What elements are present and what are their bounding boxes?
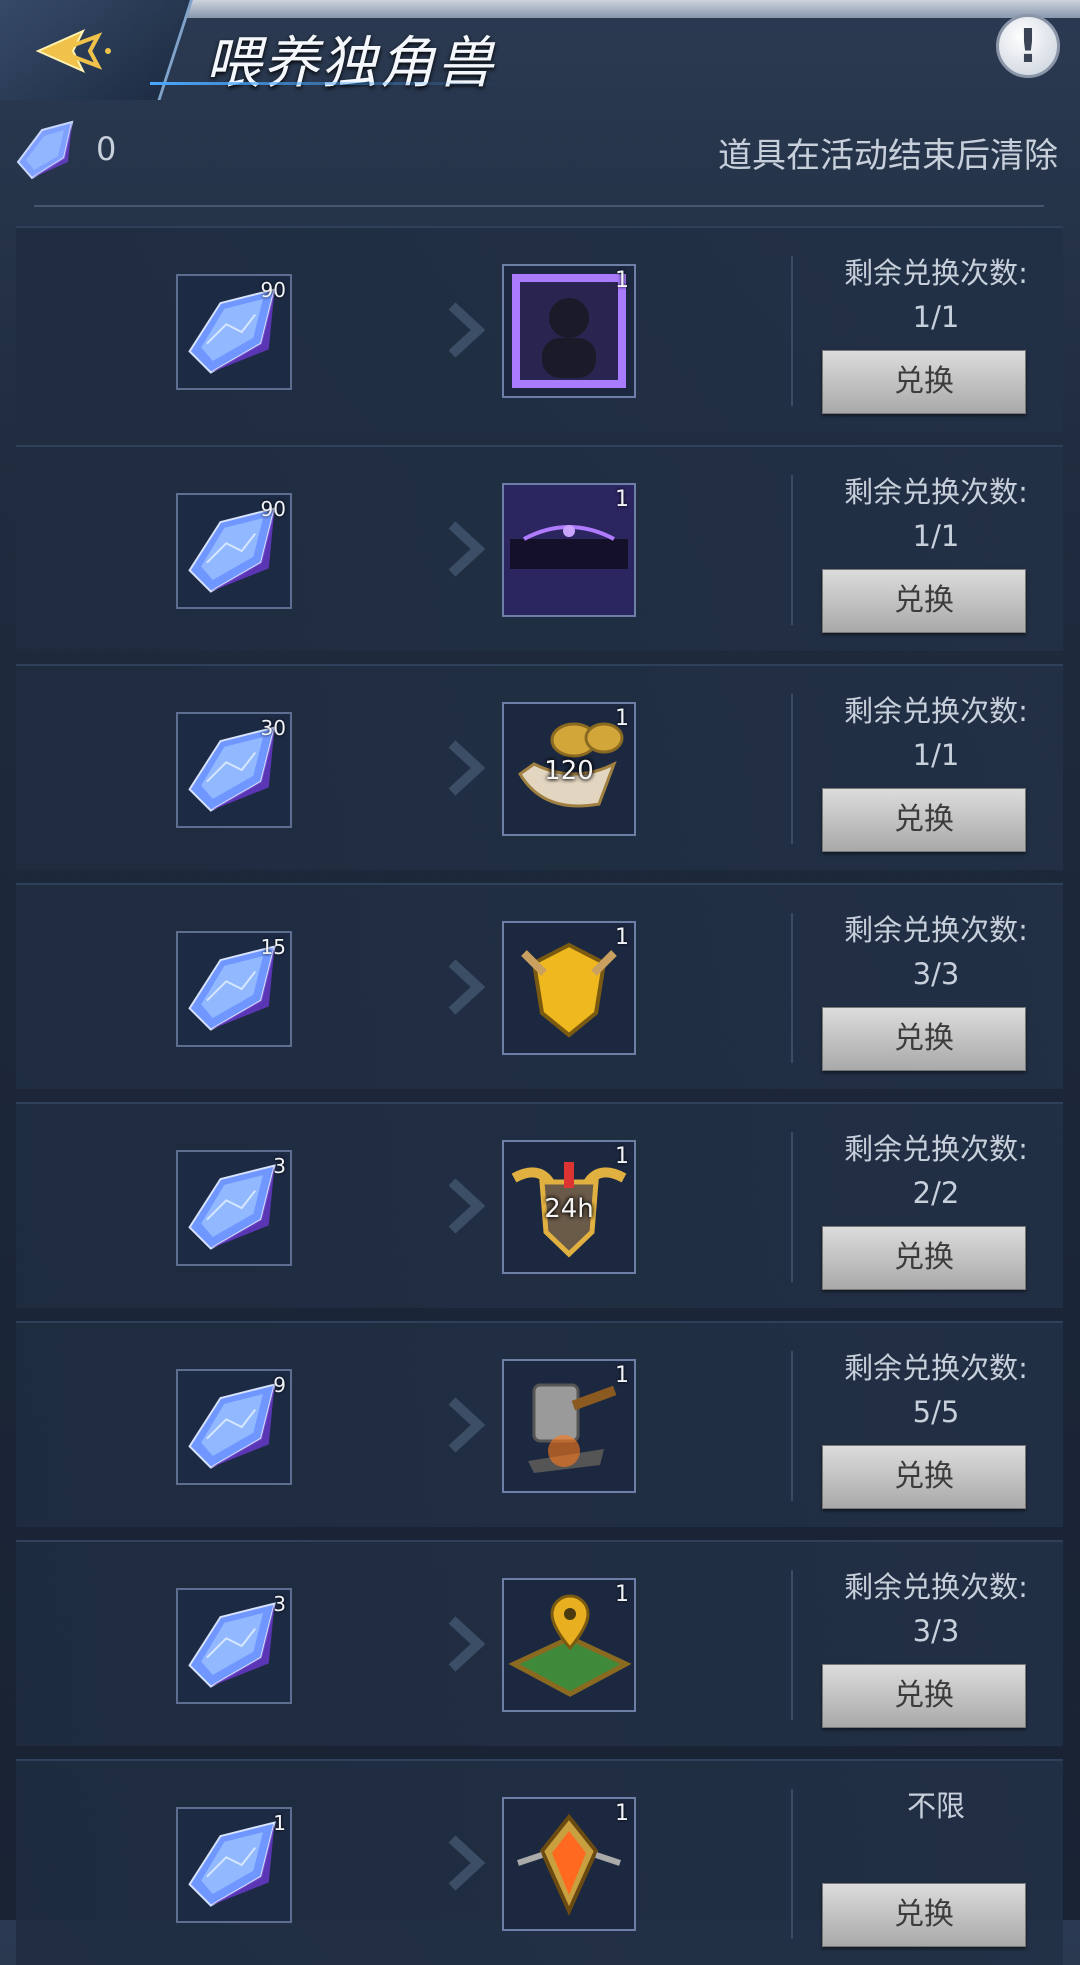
chevron-right-icon bbox=[448, 959, 486, 1015]
remaining-label: 剩余兑换次数: bbox=[844, 1351, 1028, 1385]
chevron-right-icon bbox=[448, 1835, 486, 1891]
remaining-label: 剩余兑换次数: bbox=[844, 475, 1028, 509]
chevron-right-icon bbox=[448, 521, 486, 577]
exchange-row: 3 24h 1 剩余兑换次数: 2/2 兑换 bbox=[16, 1102, 1063, 1308]
remaining-value: 3/3 bbox=[912, 957, 960, 991]
reward-count: 1 bbox=[615, 1144, 629, 1169]
reward-overlay-text: 120 bbox=[544, 756, 594, 786]
cost-amount: 9 bbox=[273, 1373, 286, 1397]
chevron-right-icon bbox=[448, 1397, 486, 1453]
exchange-button[interactable]: 兑换 bbox=[822, 1445, 1026, 1509]
exchange-button[interactable]: 兑换 bbox=[822, 788, 1026, 852]
row-divider bbox=[791, 1570, 793, 1720]
chevron-right-icon bbox=[448, 740, 486, 796]
exchange-row: 90 1 剩余兑换次数: 1/1 兑换 bbox=[16, 226, 1063, 432]
exchange-row: 9 1 剩余兑换次数: 5/5 兑换 bbox=[16, 1321, 1063, 1527]
chevron-right-icon bbox=[448, 1616, 486, 1672]
cost-slot: 9 bbox=[176, 1369, 292, 1485]
reward-slot[interactable]: 1 bbox=[502, 921, 636, 1055]
cost-amount: 90 bbox=[260, 278, 286, 302]
remaining-label: 剩余兑换次数: bbox=[844, 1570, 1028, 1604]
reward-count: 1 bbox=[615, 1801, 629, 1826]
header: 喂养独角兽 ! bbox=[0, 0, 1080, 100]
back-arrow-icon[interactable] bbox=[28, 26, 118, 76]
chevron-right-icon bbox=[448, 302, 486, 358]
notice-text: 道具在活动结束后清除 bbox=[718, 136, 1058, 176]
exchange-row: 15 1 剩余兑换次数: 3/3 兑换 bbox=[16, 883, 1063, 1089]
reward-slot[interactable]: 24h 1 bbox=[502, 1140, 636, 1274]
row-divider bbox=[791, 256, 793, 406]
reward-count: 1 bbox=[615, 268, 629, 293]
reward-overlay-text: 24h bbox=[544, 1194, 594, 1224]
remaining-value: 2/2 bbox=[912, 1176, 960, 1210]
row-divider bbox=[791, 475, 793, 625]
exchange-button[interactable]: 兑换 bbox=[822, 1664, 1026, 1728]
row-divider bbox=[791, 694, 793, 844]
cost-slot: 90 bbox=[176, 493, 292, 609]
gem-count: 0 bbox=[96, 130, 117, 168]
exchange-row: 3 1 剩余兑换次数: 3/3 兑换 bbox=[16, 1540, 1063, 1746]
exclamation-icon[interactable]: ! bbox=[996, 14, 1060, 78]
reward-count: 1 bbox=[615, 706, 629, 731]
cost-slot: 30 bbox=[176, 712, 292, 828]
divider bbox=[34, 205, 1044, 207]
reward-count: 1 bbox=[615, 1363, 629, 1388]
exchange-button[interactable]: 兑换 bbox=[822, 569, 1026, 633]
cost-amount: 30 bbox=[260, 716, 286, 740]
row-divider bbox=[791, 1132, 793, 1282]
reward-slot[interactable]: 1 bbox=[502, 1797, 636, 1931]
page-title: 喂养独角兽 bbox=[205, 31, 495, 96]
exchange-row: 1 1 不限 兑换 bbox=[16, 1759, 1063, 1965]
cost-slot: 1 bbox=[176, 1807, 292, 1923]
exchange-button[interactable]: 兑换 bbox=[822, 350, 1026, 414]
reward-slot[interactable]: 1 bbox=[502, 483, 636, 617]
exchange-row: 30 120 1 剩余兑换次数: 1/1 兑换 bbox=[16, 664, 1063, 870]
cost-slot: 15 bbox=[176, 931, 292, 1047]
row-divider bbox=[791, 1789, 793, 1939]
remaining-value: 1/1 bbox=[912, 519, 960, 553]
remaining-label: 剩余兑换次数: bbox=[844, 694, 1028, 728]
exchange-button[interactable]: 兑换 bbox=[822, 1226, 1026, 1290]
reward-count: 1 bbox=[615, 925, 629, 950]
row-divider bbox=[791, 1351, 793, 1501]
chevron-right-icon bbox=[448, 1178, 486, 1234]
reward-slot[interactable]: 120 1 bbox=[502, 702, 636, 836]
remaining-value: 1/1 bbox=[912, 300, 960, 334]
remaining-value: 3/3 bbox=[912, 1614, 960, 1648]
cost-slot: 3 bbox=[176, 1150, 292, 1266]
crystal-gem-icon bbox=[16, 120, 74, 180]
reward-slot[interactable]: 1 bbox=[502, 264, 636, 398]
cost-amount: 90 bbox=[260, 497, 286, 521]
remaining-label: 剩余兑换次数: bbox=[844, 256, 1028, 290]
exchange-row: 90 1 剩余兑换次数: 1/1 兑换 bbox=[16, 445, 1063, 651]
reward-count: 1 bbox=[615, 1582, 629, 1607]
balance-bar: 0 道具在活动结束后清除 bbox=[0, 110, 1080, 190]
cost-amount: 1 bbox=[273, 1811, 286, 1835]
remaining-label: 剩余兑换次数: bbox=[844, 1132, 1028, 1166]
reward-slot[interactable]: 1 bbox=[502, 1359, 636, 1493]
cost-slot: 3 bbox=[176, 1588, 292, 1704]
title-underline bbox=[150, 82, 500, 85]
remaining-value: 1/1 bbox=[912, 738, 960, 772]
reward-count: 1 bbox=[615, 487, 629, 512]
cost-amount: 3 bbox=[273, 1154, 286, 1178]
cost-slot: 90 bbox=[176, 274, 292, 390]
remaining-label: 剩余兑换次数: bbox=[844, 913, 1028, 947]
row-divider bbox=[791, 913, 793, 1063]
cost-amount: 3 bbox=[273, 1592, 286, 1616]
remaining-value: 不限 bbox=[906, 1789, 965, 1823]
reward-slot[interactable]: 1 bbox=[502, 1578, 636, 1712]
exchange-button[interactable]: 兑换 bbox=[822, 1007, 1026, 1071]
cost-amount: 15 bbox=[260, 935, 286, 959]
remaining-value: 5/5 bbox=[912, 1395, 960, 1429]
exchange-button[interactable]: 兑换 bbox=[822, 1883, 1026, 1947]
